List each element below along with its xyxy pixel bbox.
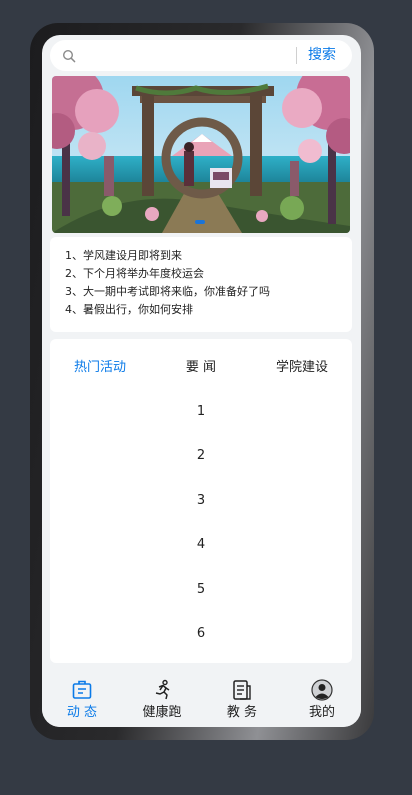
tab-college-construction[interactable]: 学院建设 bbox=[252, 359, 352, 377]
dynamic-icon bbox=[72, 680, 92, 699]
tab-news[interactable]: 要 闻 bbox=[151, 359, 251, 377]
nav-label-dynamic: 动 态 bbox=[66, 705, 98, 720]
list-item: 4 bbox=[196, 537, 206, 552]
search-icon bbox=[62, 49, 76, 63]
nav-label-academic: 教 务 bbox=[226, 705, 258, 720]
nav-item-mine[interactable]: 我的 bbox=[282, 675, 361, 727]
app-screen: 搜索 1、学风建设月即将到来 2、下个月将举办年度校运会 3、大一期中考试即将来… bbox=[42, 35, 361, 727]
bottom-nav: 动 态 健康跑 教 务 我的 bbox=[42, 675, 361, 727]
document-icon bbox=[233, 680, 251, 700]
notice-item[interactable]: 4、暑假出行，你如何安排 bbox=[65, 301, 270, 319]
tabs-card: 热门活动 要 闻 学院建设 1 2 3 4 5 6 bbox=[50, 339, 352, 663]
notice-item[interactable]: 2、下个月将举办年度校运会 bbox=[65, 265, 270, 283]
user-avatar-icon bbox=[311, 679, 333, 701]
nav-item-running[interactable]: 健康跑 bbox=[122, 675, 202, 727]
nav-label-running: 健康跑 bbox=[142, 705, 182, 720]
nav-label-mine: 我的 bbox=[308, 705, 335, 720]
tab-hot-activities[interactable]: 热门活动 bbox=[50, 359, 150, 377]
banner-image bbox=[52, 76, 350, 233]
notice-item[interactable]: 3、大一期中考试即将来临，你准备好了吗 bbox=[65, 283, 270, 301]
list-item: 5 bbox=[196, 582, 206, 597]
search-divider bbox=[296, 47, 297, 64]
list-item: 3 bbox=[196, 493, 206, 508]
nav-item-dynamic[interactable]: 动 态 bbox=[42, 675, 122, 727]
search-bar[interactable]: 搜索 bbox=[50, 40, 352, 71]
search-button[interactable]: 搜索 bbox=[308, 46, 336, 65]
list-item: 2 bbox=[196, 448, 206, 463]
list-item: 6 bbox=[196, 626, 206, 641]
notice-list: 1、学风建设月即将到来 2、下个月将举办年度校运会 3、大一期中考试即将来临，你… bbox=[65, 247, 270, 319]
notice-item[interactable]: 1、学风建设月即将到来 bbox=[65, 247, 270, 265]
notice-card: 1、学风建设月即将到来 2、下个月将举办年度校运会 3、大一期中考试即将来临，你… bbox=[50, 237, 352, 332]
phone-frame: 搜索 1、学风建设月即将到来 2、下个月将举办年度校运会 3、大一期中考试即将来… bbox=[30, 23, 374, 740]
list-item: 1 bbox=[196, 404, 206, 419]
nav-item-academic[interactable]: 教 务 bbox=[202, 675, 282, 727]
banner-carousel[interactable] bbox=[52, 76, 350, 233]
carousel-indicator[interactable] bbox=[195, 220, 205, 224]
search-input[interactable] bbox=[82, 46, 282, 65]
running-icon bbox=[155, 679, 170, 700]
